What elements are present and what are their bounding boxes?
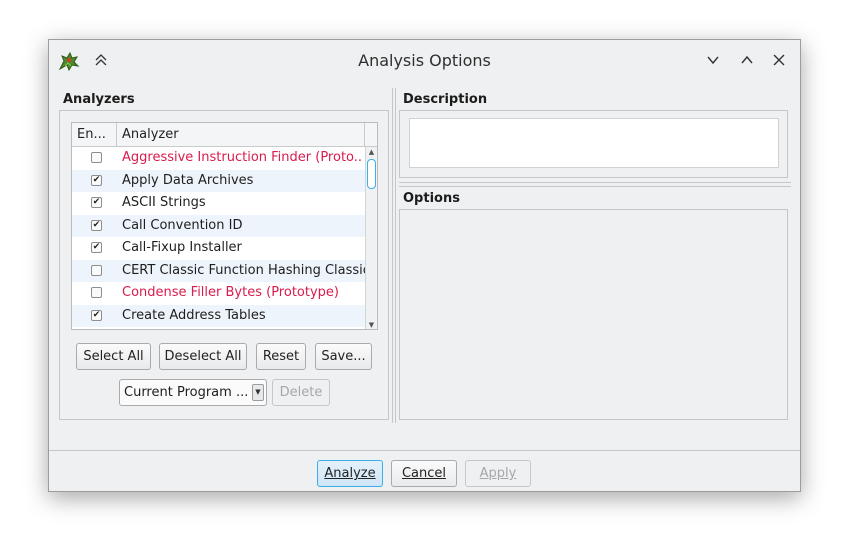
analyzer-name: Aggressive Instruction Finder (Proto... — [122, 150, 362, 165]
checkbox-checked[interactable]: ✔ — [91, 219, 102, 231]
cancel-label: Cancel — [401, 466, 447, 481]
analyzer-name: Call Convention ID — [122, 217, 243, 233]
delete-button[interactable]: Delete — [272, 379, 330, 406]
column-header-analyzer[interactable]: Analyzer — [117, 123, 365, 146]
scroll-down-arrow-icon[interactable]: ▼ — [366, 320, 377, 329]
close-icon[interactable] — [769, 50, 789, 70]
analyzers-table[interactable]: En... Analyzer Aggressive Instruction Fi… — [71, 122, 378, 330]
checkbox-checked[interactable]: ✔ — [91, 309, 102, 321]
save-button[interactable]: Save... — [315, 343, 372, 370]
scroll-up-arrow-icon[interactable]: ▲ — [366, 147, 377, 157]
analyze-button[interactable]: Analyze — [317, 460, 383, 487]
dropdown-arrow-icon[interactable]: ▼ — [252, 384, 264, 401]
table-vertical-scrollbar[interactable]: ▲ ▼ — [365, 147, 377, 329]
checkbox-checked[interactable]: ✔ — [91, 197, 102, 208]
table-row[interactable]: CERT Classic Function Hashing Classic — [72, 259, 370, 282]
horizontal-splitter[interactable] — [399, 182, 791, 187]
table-row[interactable]: ✔ Apply Data Archives — [72, 169, 365, 192]
scrollbar-thumb[interactable] — [367, 159, 376, 189]
analyzer-name: Create Address Tables — [122, 307, 266, 323]
description-heading: Description — [403, 92, 488, 107]
maximize-icon[interactable] — [737, 50, 757, 70]
checkbox-checked[interactable]: ✔ — [91, 174, 102, 186]
checkbox-unchecked[interactable] — [91, 152, 102, 163]
footer-separator — [49, 450, 800, 451]
analyzer-name: Apply Data Archives — [122, 172, 254, 188]
column-header-enabled[interactable]: En... — [72, 123, 117, 146]
table-row[interactable]: ✔ Create Address Tables — [72, 304, 365, 327]
ghidra-dragon-icon — [58, 51, 80, 72]
apply-button[interactable]: Apply — [465, 460, 531, 487]
table-row[interactable]: ✔ Call Convention ID — [72, 214, 365, 237]
analyzer-name: CERT Classic Function Hashing Classic — [122, 262, 370, 278]
combo-selected-value: Current Program ... — [124, 385, 249, 400]
analyzer-name: ASCII Strings — [122, 195, 206, 210]
options-panel — [399, 209, 788, 420]
options-heading: Options — [403, 191, 460, 206]
table-header: En... Analyzer — [72, 123, 377, 147]
analyze-label: Analyze — [324, 466, 376, 481]
analysis-profile-combo[interactable]: Current Program ... ▼ — [119, 379, 267, 406]
checkbox-unchecked[interactable] — [91, 287, 102, 298]
checkbox-checked[interactable]: ✔ — [91, 242, 102, 253]
cancel-button[interactable]: Cancel — [391, 460, 457, 487]
analysis-options-dialog: Analysis Options Analyzers En... Analyze… — [48, 39, 801, 492]
vertical-splitter[interactable] — [392, 88, 396, 423]
table-row[interactable]: Aggressive Instruction Finder (Proto... — [72, 147, 365, 170]
keep-above-icon[interactable] — [91, 50, 111, 70]
table-row[interactable]: Condense Filler Bytes (Prototype) — [72, 282, 365, 305]
minimize-icon[interactable] — [703, 50, 723, 70]
title-bar[interactable]: Analysis Options — [49, 40, 800, 82]
table-row[interactable]: ✔ Call-Fixup Installer — [72, 237, 365, 260]
analyzer-name: Condense Filler Bytes (Prototype) — [122, 285, 339, 300]
table-row[interactable]: ✔ ASCII Strings — [72, 192, 365, 215]
description-text-area — [409, 118, 779, 168]
checkbox-unchecked[interactable] — [91, 264, 102, 276]
analyzer-name: Call-Fixup Installer — [122, 240, 242, 255]
select-all-button[interactable]: Select All — [76, 343, 151, 370]
analyzers-heading: Analyzers — [63, 92, 135, 107]
window-title: Analysis Options — [358, 51, 491, 70]
apply-label: Apply — [479, 466, 517, 481]
reset-button[interactable]: Reset — [256, 343, 306, 370]
deselect-all-button[interactable]: Deselect All — [159, 343, 247, 370]
